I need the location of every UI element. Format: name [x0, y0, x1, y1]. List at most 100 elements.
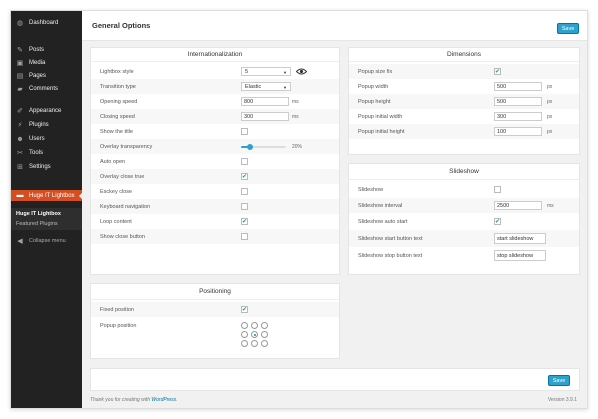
position-radio-top-right[interactable]	[261, 322, 268, 329]
admin-sidebar: ◍ Dashboard ✎ Posts ▣ Media ▤ Pages ▰ Comment…	[11, 11, 83, 408]
closing-speed-label: Closing speed	[100, 113, 135, 120]
row-popup-initial-width: Popup initial width 300 px	[349, 109, 579, 124]
loop-content-label: Loop content	[100, 218, 132, 225]
comment-icon: ▰	[17, 86, 23, 93]
row-popup-position: Popup position	[91, 318, 339, 333]
transition-type-select[interactable]: Elastic ▼	[241, 82, 291, 91]
sidebar-item-pages[interactable]: ▤ Pages	[11, 70, 82, 82]
lightbox-submenu: Huge IT Lightbox Featured Plugins	[11, 208, 82, 230]
sidebar-item-label: Settings	[29, 164, 51, 170]
row-loop-content: Loop content ✔	[91, 214, 339, 229]
show-title-label: Show the title	[100, 128, 134, 135]
sidebar-item-dashboard[interactable]: ◍ Dashboard	[11, 17, 82, 29]
row-esckey-close: Esckey close	[91, 184, 339, 199]
position-radio-top-center[interactable]	[251, 322, 258, 329]
popup-initial-height-unit: px	[547, 128, 553, 135]
submenu-item-featured-plugins[interactable]: Featured Plugins	[16, 221, 58, 227]
popup-initial-width-unit: px	[547, 113, 553, 120]
row-transition-type: Transition type Elastic ▼	[91, 79, 339, 94]
popup-initial-width-input[interactable]: 300	[494, 112, 542, 121]
save-button-bottom[interactable]: Save	[548, 375, 570, 386]
esckey-close-checkbox[interactable]	[241, 188, 248, 195]
slideshow-stop-text-input[interactable]: stop slideshow	[494, 250, 546, 261]
footer-credit: Thank you for creating with WordPress.	[90, 397, 178, 403]
chevron-down-icon: ▼	[283, 70, 287, 75]
position-radio-middle-right[interactable]	[261, 331, 268, 338]
position-radio-bottom-center[interactable]	[251, 340, 258, 347]
popup-position-label: Popup position	[100, 322, 137, 329]
admin-window: ◍ Dashboard ✎ Posts ▣ Media ▤ Pages ▰ Comment…	[10, 10, 588, 409]
save-button-top[interactable]: Save	[557, 23, 579, 34]
wordpress-link[interactable]: WordPress	[151, 397, 176, 403]
sidebar-item-tools[interactable]: ✂ Tools	[11, 147, 82, 159]
popup-width-label: Popup width	[358, 83, 389, 90]
sidebar-item-users[interactable]: ☻ Users	[11, 133, 82, 145]
sidebar-item-label: Posts	[29, 47, 45, 53]
position-radio-middle-left[interactable]	[241, 331, 248, 338]
row-slideshow-stop-text: Slideshow stop button text stop slidesho…	[349, 247, 579, 264]
row-fixed-position: Fixed position ✔	[91, 302, 339, 317]
sidebar-item-comments[interactable]: ▰ Comments	[11, 83, 82, 95]
pin-icon: ✎	[17, 47, 23, 54]
slideshow-auto-start-label: Slideshow auto start	[358, 218, 408, 225]
fixed-position-label: Fixed position	[100, 306, 134, 313]
row-closing-speed: Closing speed 300 ms	[91, 109, 339, 124]
popup-size-fix-checkbox[interactable]: ✔	[494, 68, 501, 75]
sidebar-item-posts[interactable]: ✎ Posts	[11, 44, 82, 56]
sidebar-item-label: Dashboard	[29, 20, 59, 26]
slideshow-start-text-label: Slideshow start button text	[358, 235, 423, 242]
sidebar-item-appearance[interactable]: ✐ Appearance	[11, 105, 82, 117]
opening-speed-input[interactable]: 800	[241, 97, 289, 106]
slideshow-interval-input[interactable]: 2500	[494, 201, 542, 210]
overlay-close-checkbox[interactable]: ✔	[241, 173, 248, 180]
lightbox-style-select[interactable]: 5 ▼	[241, 67, 291, 76]
slideshow-start-text-input[interactable]: start slideshow	[494, 233, 546, 244]
internationalization-panel: Internationalization Lightbox style 5 ▼ T…	[90, 47, 340, 275]
show-close-button-label: Show close button	[100, 233, 145, 240]
row-show-title: Show the title	[91, 124, 339, 139]
slideshow-panel: Slideshow Slideshow Slideshow interval 2…	[348, 163, 580, 275]
row-auto-open: Auto open	[91, 154, 339, 169]
overlay-transparency-handle[interactable]	[247, 144, 253, 150]
popup-size-fix-label: Popup size fix	[358, 68, 393, 75]
position-radio-middle-center[interactable]	[251, 331, 258, 338]
popup-initial-height-label: Popup initial height	[358, 128, 405, 135]
submenu-item-huge-it-lightbox[interactable]: Huge IT Lightbox	[16, 211, 61, 217]
collapse-menu-button[interactable]: ◀ Collapse menu	[11, 235, 82, 247]
auto-open-label: Auto open	[100, 158, 126, 165]
row-overlay-close: Overlay close true ✔	[91, 169, 339, 184]
row-opening-speed: Opening speed 800 ms	[91, 94, 339, 109]
dimensions-panel: Dimensions Popup size fix ✔ Popup width …	[348, 47, 580, 155]
eye-icon[interactable]	[296, 68, 307, 75]
sidebar-item-label: Pages	[29, 73, 47, 79]
show-title-checkbox[interactable]	[241, 128, 248, 135]
settings-icon: ⊞	[17, 164, 23, 171]
chevron-down-icon: ▼	[283, 85, 287, 90]
overlay-transparency-value: 20%	[292, 143, 303, 150]
sidebar-item-media[interactable]: ▣ Media	[11, 57, 82, 69]
slideshow-auto-start-checkbox[interactable]: ✔	[494, 218, 501, 225]
popup-height-input[interactable]: 500	[494, 97, 542, 106]
pages-icon: ▤	[16, 73, 24, 80]
show-close-button-checkbox[interactable]	[241, 233, 248, 240]
position-radio-bottom-right[interactable]	[261, 340, 268, 347]
popup-initial-height-input[interactable]: 100	[494, 127, 542, 136]
loop-content-checkbox[interactable]: ✔	[241, 218, 248, 225]
position-radio-bottom-left[interactable]	[241, 340, 248, 347]
footer-version: Version 3.9.1	[547, 397, 577, 403]
sidebar-item-settings[interactable]: ⊞ Settings	[11, 161, 82, 173]
popup-width-input[interactable]: 500	[494, 82, 542, 91]
sidebar-item-label: Media	[29, 60, 46, 66]
sidebar-item-label: Comments	[29, 86, 59, 92]
keyboard-navigation-checkbox[interactable]	[241, 203, 248, 210]
closing-speed-input[interactable]: 300	[241, 112, 289, 121]
sidebar-item-plugins[interactable]: ⚡ Plugins	[11, 119, 82, 131]
position-radio-top-left[interactable]	[241, 322, 248, 329]
auto-open-checkbox[interactable]	[241, 158, 248, 165]
users-icon: ☻	[16, 135, 24, 143]
page-header: General Options Save	[82, 11, 587, 41]
sidebar-item-huge-it-lightbox[interactable]: ▬ Huge IT Lightbox	[11, 190, 83, 201]
slideshow-checkbox[interactable]	[494, 186, 501, 193]
row-slideshow-auto-start: Slideshow auto start ✔	[349, 214, 579, 229]
fixed-position-checkbox[interactable]: ✔	[241, 306, 248, 313]
